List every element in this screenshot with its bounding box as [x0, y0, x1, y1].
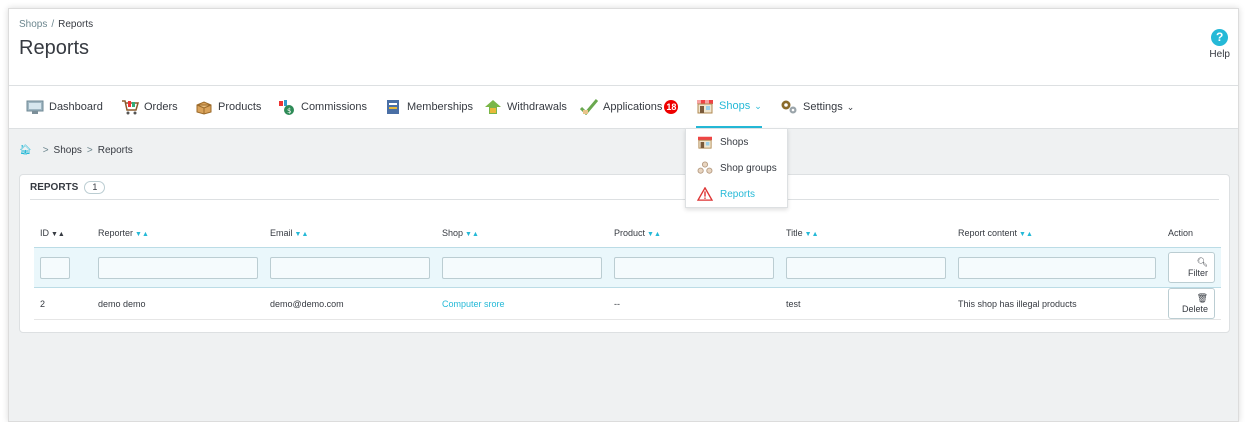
breadcrumb-item-reports: Reports — [97, 145, 133, 156]
breadcrumb-separator: / — [51, 19, 55, 30]
shops-dropdown-menu: Shops Shop groups Reports — [685, 128, 788, 208]
sort-icon[interactable]: ▼▲ — [465, 231, 479, 238]
dropdown-item-label: Shop groups — [720, 162, 777, 174]
column-header-action: Action — [1168, 228, 1194, 238]
menu-item-orders[interactable]: Orders — [121, 86, 178, 128]
reports-panel: REPORTS 1 ID ▼▲ Reporter ▼▲ Email ▼▲ Shop ▼▲… — [19, 174, 1230, 333]
cart-icon — [121, 99, 139, 115]
filter-input-product[interactable] — [614, 256, 774, 279]
membership-icon — [384, 99, 402, 115]
dropdown-item-reports[interactable]: Reports — [686, 181, 787, 207]
menu-item-label: Memberships — [407, 101, 474, 113]
menu-item-withdrawals[interactable]: Withdrawals — [484, 86, 567, 128]
dashboard-icon — [26, 99, 44, 115]
filter-input-email[interactable] — [270, 256, 430, 279]
column-header-shop[interactable]: Shop ▼▲ — [436, 219, 608, 248]
help-button[interactable]: ? Help — [1209, 29, 1230, 60]
cell-reporter: demo demo — [92, 287, 264, 320]
sub-breadcrumb: 🏠︎ > Shops > Reports — [19, 145, 133, 156]
breadcrumb-current: Reports — [58, 19, 94, 30]
breadcrumb-item-shops[interactable]: Shops — [54, 145, 82, 156]
menu-item-shops[interactable]: Shops ⌄ — [696, 86, 762, 128]
dropdown-item-label: Reports — [720, 188, 756, 200]
menu-item-products[interactable]: Products — [195, 86, 261, 128]
menu-item-label: Applications — [603, 101, 663, 113]
panel-title: REPORTS — [30, 181, 79, 193]
column-header-report-content[interactable]: Report content ▼▲ — [952, 219, 1162, 248]
shop-icon — [696, 98, 714, 114]
column-header-title[interactable]: Title ▼▲ — [780, 219, 952, 248]
warning-icon — [696, 186, 714, 201]
chevron-down-icon: ⌄ — [754, 100, 762, 111]
page-title: Reports — [19, 37, 90, 59]
menu-item-label: Withdrawals — [507, 101, 567, 113]
column-header-reporter[interactable]: Reporter ▼▲ — [92, 219, 264, 248]
column-header-product[interactable]: Product ▼▲ — [608, 219, 780, 248]
menu-item-label: Products — [218, 101, 262, 113]
sort-icon[interactable]: ▼▲ — [295, 231, 309, 238]
cell-report-content: This shop has illegal products — [952, 287, 1162, 320]
check-icon — [579, 99, 599, 116]
search-icon: 🔍︎ — [1196, 257, 1208, 267]
table-header-row: ID ▼▲ Reporter ▼▲ Email ▼▲ Shop ▼▲ Product ▼▲… — [34, 219, 1221, 248]
filter-button[interactable]: 🔍︎ Filter — [1168, 252, 1215, 283]
chevron-down-icon: ⌄ — [846, 101, 855, 112]
menu-item-label: Shops — [719, 100, 751, 112]
page-header: Shops / Reports Reports ? Help — [9, 9, 1238, 86]
filter-input-report-content[interactable] — [958, 256, 1156, 279]
cell-title: test — [780, 287, 952, 320]
delete-button[interactable]: 🗑︎ Delete — [1168, 288, 1215, 319]
filter-row: 🔍︎ Filter — [34, 247, 1221, 288]
help-icon: ? — [1211, 29, 1229, 46]
group-icon — [696, 161, 714, 175]
menu-item-label: Dashboard — [49, 101, 103, 113]
breadcrumb: Shops / Reports — [19, 19, 93, 30]
menu-item-commissions[interactable]: $ Commissions — [278, 86, 367, 128]
menu-item-label: Orders — [144, 101, 178, 113]
sort-icon[interactable]: ▼▲ — [805, 231, 819, 238]
sort-icon[interactable]: ▼▲ — [135, 231, 149, 238]
dropdown-item-label: Shops — [720, 136, 749, 148]
sort-icon[interactable]: ▼▲ — [647, 231, 661, 238]
box-icon — [195, 99, 213, 115]
notification-badge: 18 — [664, 100, 679, 114]
breadcrumb-parent[interactable]: Shops — [19, 19, 47, 30]
withdrawal-icon — [484, 99, 502, 115]
svg-text:$: $ — [287, 107, 291, 115]
money-bag-icon: $ — [278, 99, 296, 115]
menu-item-applications[interactable]: Applications 18 — [579, 86, 679, 128]
help-label: Help — [1209, 49, 1230, 60]
menu-item-label: Settings — [803, 101, 843, 113]
filter-input-id[interactable] — [40, 256, 70, 279]
cell-email: demo@demo.com — [264, 287, 436, 320]
count-badge: 1 — [84, 180, 106, 194]
sort-icon[interactable]: ▼▲ — [1019, 231, 1033, 238]
menu-item-memberships[interactable]: Memberships — [384, 86, 473, 128]
filter-input-reporter[interactable] — [98, 256, 258, 279]
cell-product: -- — [608, 287, 780, 320]
shop-icon — [696, 135, 714, 149]
menu-item-dashboard[interactable]: Dashboard — [26, 86, 103, 128]
column-header-email[interactable]: Email ▼▲ — [264, 219, 436, 248]
reports-table: ID ▼▲ Reporter ▼▲ Email ▼▲ Shop ▼▲ Product ▼▲… — [34, 219, 1221, 320]
gear-icon — [780, 99, 798, 115]
sort-icon[interactable]: ▼▲ — [51, 231, 65, 238]
panel-heading: REPORTS 1 — [30, 175, 1219, 200]
cell-id: 2 — [34, 287, 92, 320]
menu-item-label: Commissions — [301, 101, 368, 113]
trash-icon: 🗑︎ — [1196, 293, 1208, 303]
column-header-id[interactable]: ID ▼▲ — [34, 219, 92, 248]
breadcrumb-separator: > — [42, 145, 49, 156]
cell-shop-link[interactable]: Computer srore — [442, 299, 505, 309]
table-row: 2 demo demo demo@demo.com Computer srore… — [34, 287, 1221, 320]
dropdown-item-shops[interactable]: Shops — [686, 129, 787, 155]
dropdown-item-shop-groups[interactable]: Shop groups — [686, 155, 787, 181]
main-menu: Dashboard Orders Products $ Commissions … — [9, 86, 1238, 129]
breadcrumb-separator: > — [86, 145, 93, 156]
filter-input-title[interactable] — [786, 256, 946, 279]
menu-item-settings[interactable]: Settings ⌄ — [780, 86, 854, 128]
app-window: Shops / Reports Reports ? Help Dashboard O… — [8, 8, 1239, 422]
home-icon[interactable]: 🏠︎ — [19, 145, 32, 156]
filter-input-shop[interactable] — [442, 256, 602, 279]
